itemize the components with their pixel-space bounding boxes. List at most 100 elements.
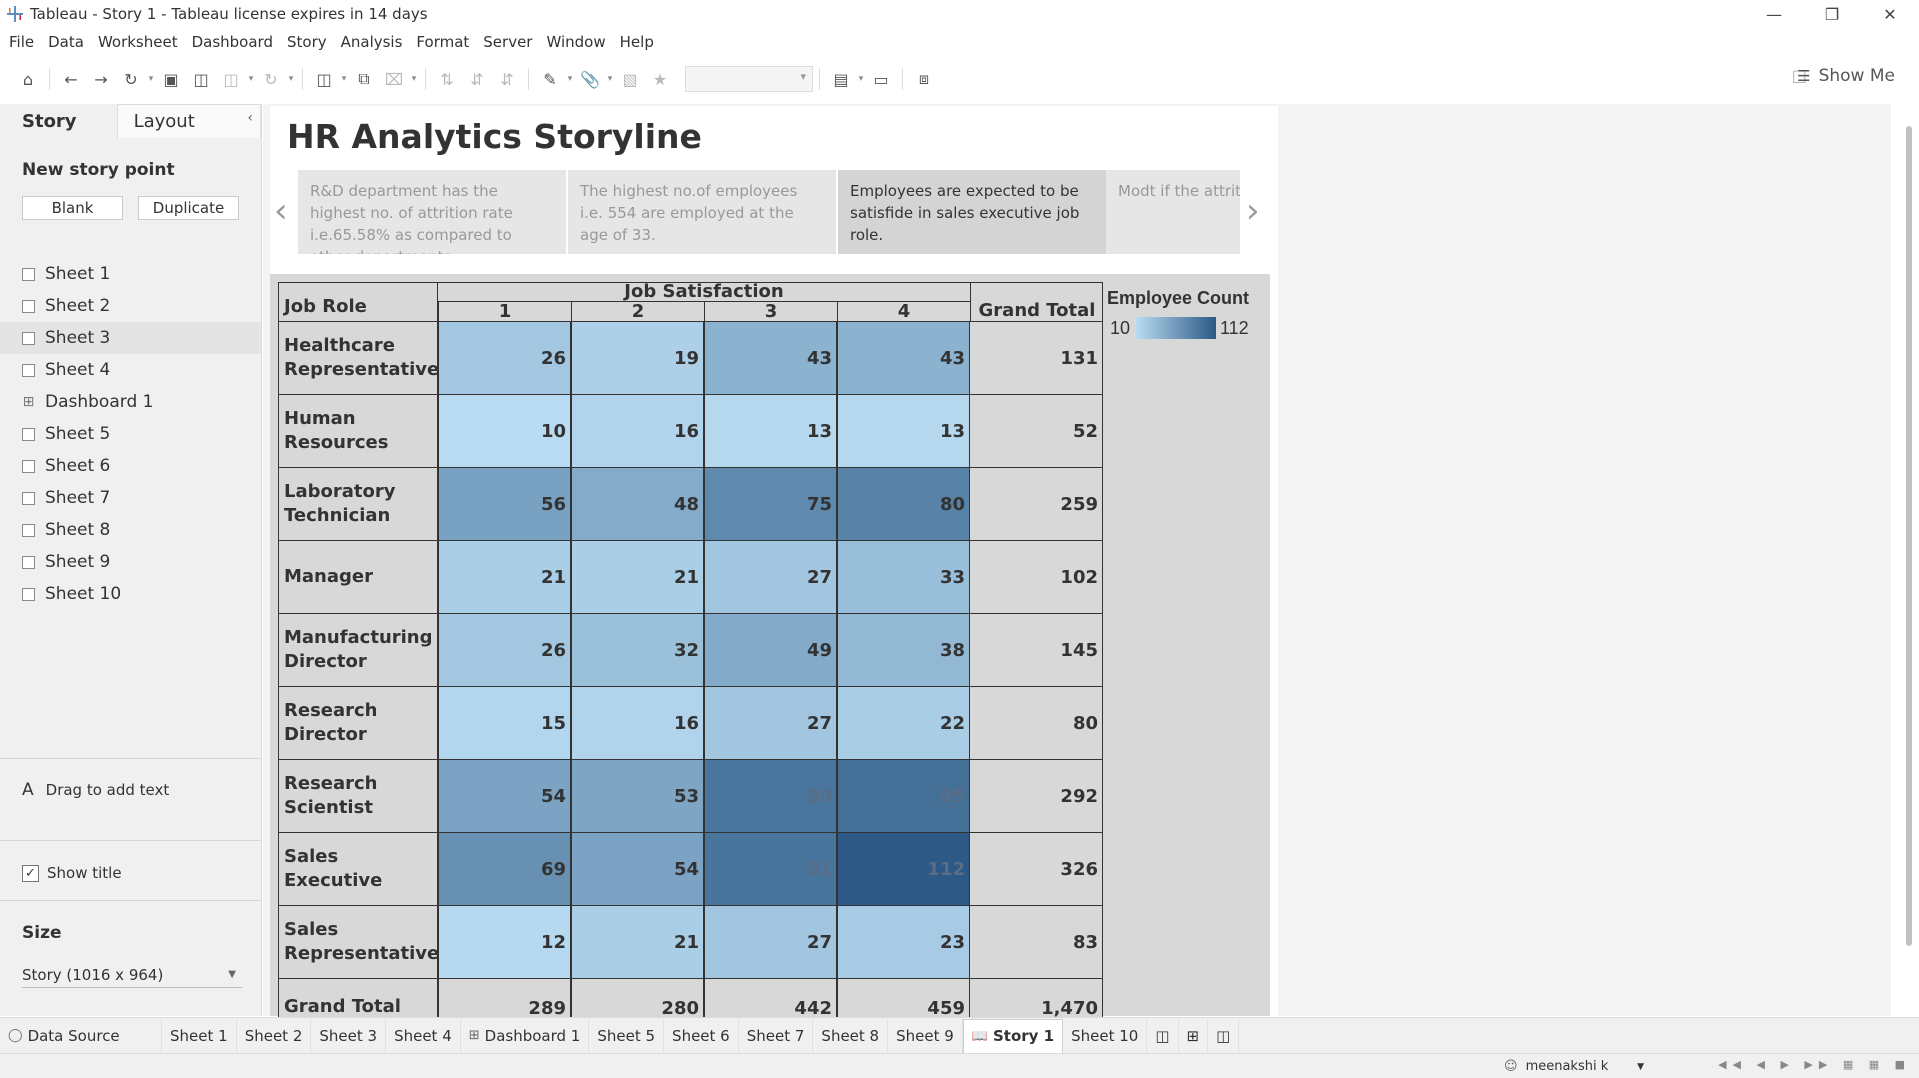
heatmap-cell[interactable]: 90	[704, 760, 837, 833]
menu-file[interactable]: File	[9, 33, 34, 51]
menu-dashboard[interactable]: Dashboard	[192, 33, 273, 51]
previous-story-point-icon[interactable]: ‹	[274, 191, 288, 231]
collapse-panel-icon[interactable]: ‹	[247, 110, 253, 126]
story-point-4[interactable]: Modt if the attrition is in the field of…	[1106, 170, 1240, 254]
swap-rows-columns-icon[interactable]: ⇅	[432, 65, 462, 93]
blank-button[interactable]: Blank	[22, 196, 123, 220]
heatmap-cell[interactable]: 26	[438, 322, 571, 395]
story-point-3[interactable]: Employees are expected to be satisfide i…	[838, 170, 1106, 254]
sheet-list-item[interactable]: Sheet 4	[0, 354, 261, 386]
show-mark-labels-icon[interactable]: ▧	[615, 65, 645, 93]
sheet-list-item[interactable]: Sheet 1	[0, 258, 261, 290]
heatmap-cell[interactable]: 21	[438, 541, 571, 614]
tab-story-1[interactable]: 📖 Story 1	[962, 1018, 1064, 1053]
share-icon[interactable]: ⧈	[909, 65, 939, 93]
replay-icon[interactable]: ↻	[116, 65, 146, 93]
fit-dropdown[interactable]	[685, 66, 813, 92]
menu-help[interactable]: Help	[620, 33, 654, 51]
menu-analysis[interactable]: Analysis	[341, 33, 403, 51]
restore-icon[interactable]: ❐	[1803, 0, 1861, 28]
tab-layout[interactable]: Layout	[116, 104, 261, 138]
new-worksheet-dropdown-icon[interactable]: ▾	[339, 74, 349, 84]
sheet-list-item[interactable]: ⊞ Dashboard 1	[0, 386, 261, 418]
story-point-2[interactable]: The highest no.of employees i.e. 554 are…	[568, 170, 836, 254]
minimize-icon[interactable]: —	[1745, 0, 1803, 28]
undo-icon[interactable]: ←	[56, 65, 86, 93]
close-icon[interactable]: ✕	[1861, 0, 1919, 28]
heatmap-cell[interactable]: 19	[571, 322, 704, 395]
show-title-toggle[interactable]: ✓ Show title	[22, 864, 122, 882]
next-story-point-icon[interactable]: ›	[1246, 191, 1260, 231]
heatmap-cell[interactable]: 95	[837, 760, 970, 833]
menu-window[interactable]: Window	[546, 33, 605, 51]
menu-story[interactable]: Story	[287, 33, 327, 51]
heatmap-cell[interactable]: 21	[571, 541, 704, 614]
heatmap-cell[interactable]: 23	[837, 906, 970, 979]
heatmap-cell[interactable]: 38	[837, 614, 970, 687]
redo-icon[interactable]: →	[86, 65, 116, 93]
heatmap-cell[interactable]: 27	[704, 541, 837, 614]
pause-auto-update-icon[interactable]: ◫	[216, 65, 246, 93]
vertical-scrollbar[interactable]	[1906, 126, 1912, 946]
heatmap-cell[interactable]: 13	[704, 395, 837, 468]
presentation-mode-icon[interactable]: ▭	[866, 65, 896, 93]
replay-dropdown-icon[interactable]: ▾	[146, 74, 156, 84]
heatmap-cell[interactable]: 33	[837, 541, 970, 614]
duplicate-sheet-icon[interactable]: ⧉	[349, 65, 379, 93]
sort-descending-icon[interactable]: ⇵	[492, 65, 522, 93]
heatmap-cell[interactable]: 75	[704, 468, 837, 541]
sheet-list-item[interactable]: Sheet 3	[0, 322, 261, 354]
sheet-list-item[interactable]: Sheet 5	[0, 418, 261, 450]
menu-data[interactable]: Data	[48, 33, 84, 51]
heatmap-cell[interactable]: 32	[571, 614, 704, 687]
fix-axes-icon[interactable]: ★	[645, 65, 675, 93]
heatmap-cell[interactable]: 10	[438, 395, 571, 468]
new-dashboard-tab-icon[interactable]: ⊞	[1179, 1018, 1209, 1053]
tab-sheet-10[interactable]: Sheet 10	[1063, 1018, 1148, 1053]
sheet-list-item[interactable]: Sheet 6	[0, 450, 261, 482]
heatmap-cell[interactable]: 21	[571, 906, 704, 979]
heatmap-cell[interactable]: 27	[704, 906, 837, 979]
clear-sheet-icon[interactable]: ⌧	[379, 65, 409, 93]
new-data-source-icon[interactable]: ◫	[186, 65, 216, 93]
new-worksheet-tab-icon[interactable]: ◫	[1147, 1018, 1179, 1053]
sheet-list-item[interactable]: Sheet 7	[0, 482, 261, 514]
sheet-list-item[interactable]: Sheet 8	[0, 514, 261, 546]
drag-to-add-text[interactable]: A Drag to add text	[22, 780, 169, 800]
show-cards-dropdown-icon[interactable]: ▾	[856, 74, 866, 84]
heatmap-cell[interactable]: 15	[438, 687, 571, 760]
sheet-navigation-icons[interactable]: ◀◀ ◀ ▶ ▶▶ ▦ ▦ ■	[1718, 1058, 1911, 1071]
heatmap-cell[interactable]: 48	[571, 468, 704, 541]
story-point-1[interactable]: R&D department has the highest no. of at…	[298, 170, 566, 254]
heatmap-cell[interactable]: 53	[571, 760, 704, 833]
duplicate-button[interactable]: Duplicate	[138, 196, 239, 220]
menu-format[interactable]: Format	[416, 33, 469, 51]
heatmap-cell[interactable]: 56	[438, 468, 571, 541]
heatmap-cell[interactable]: 49	[704, 614, 837, 687]
show-cards-icon[interactable]: ▤	[826, 65, 856, 93]
sheet-list-item[interactable]: Sheet 2	[0, 290, 261, 322]
heatmap-cell[interactable]: 91	[704, 833, 837, 906]
heatmap-cell[interactable]: 22	[837, 687, 970, 760]
clear-dropdown-icon[interactable]: ▾	[409, 74, 419, 84]
tab-sheet-4[interactable]: Sheet 4	[386, 1018, 461, 1053]
heatmap-cell[interactable]: 13	[837, 395, 970, 468]
user-menu[interactable]: ☺ meenakshi k ▼	[1504, 1056, 1654, 1077]
sheet-list-item[interactable]: Sheet 10	[0, 578, 261, 610]
new-story-tab-icon[interactable]: ◫	[1208, 1018, 1240, 1053]
home-icon[interactable]: ⌂	[13, 65, 43, 93]
highlight-icon[interactable]: ✎	[535, 65, 565, 93]
heatmap-cell[interactable]: 12	[438, 906, 571, 979]
heatmap-cell[interactable]: 16	[571, 687, 704, 760]
heatmap-cell[interactable]: 54	[438, 760, 571, 833]
heatmap-cell[interactable]: 112	[837, 833, 970, 906]
tab-sheet-5[interactable]: Sheet 5	[589, 1018, 665, 1053]
tab-story[interactable]: Story	[0, 104, 117, 138]
new-worksheet-icon[interactable]: ◫	[309, 65, 339, 93]
heatmap-cell[interactable]: 69	[438, 833, 571, 906]
heatmap-cell[interactable]: 26	[438, 614, 571, 687]
save-icon[interactable]: ▣	[156, 65, 186, 93]
tab-sheet-2[interactable]: Sheet 2	[237, 1018, 312, 1053]
tab-data-source[interactable]: ◯ Data Source	[0, 1018, 162, 1053]
highlight-dropdown-icon[interactable]: ▾	[565, 74, 575, 84]
